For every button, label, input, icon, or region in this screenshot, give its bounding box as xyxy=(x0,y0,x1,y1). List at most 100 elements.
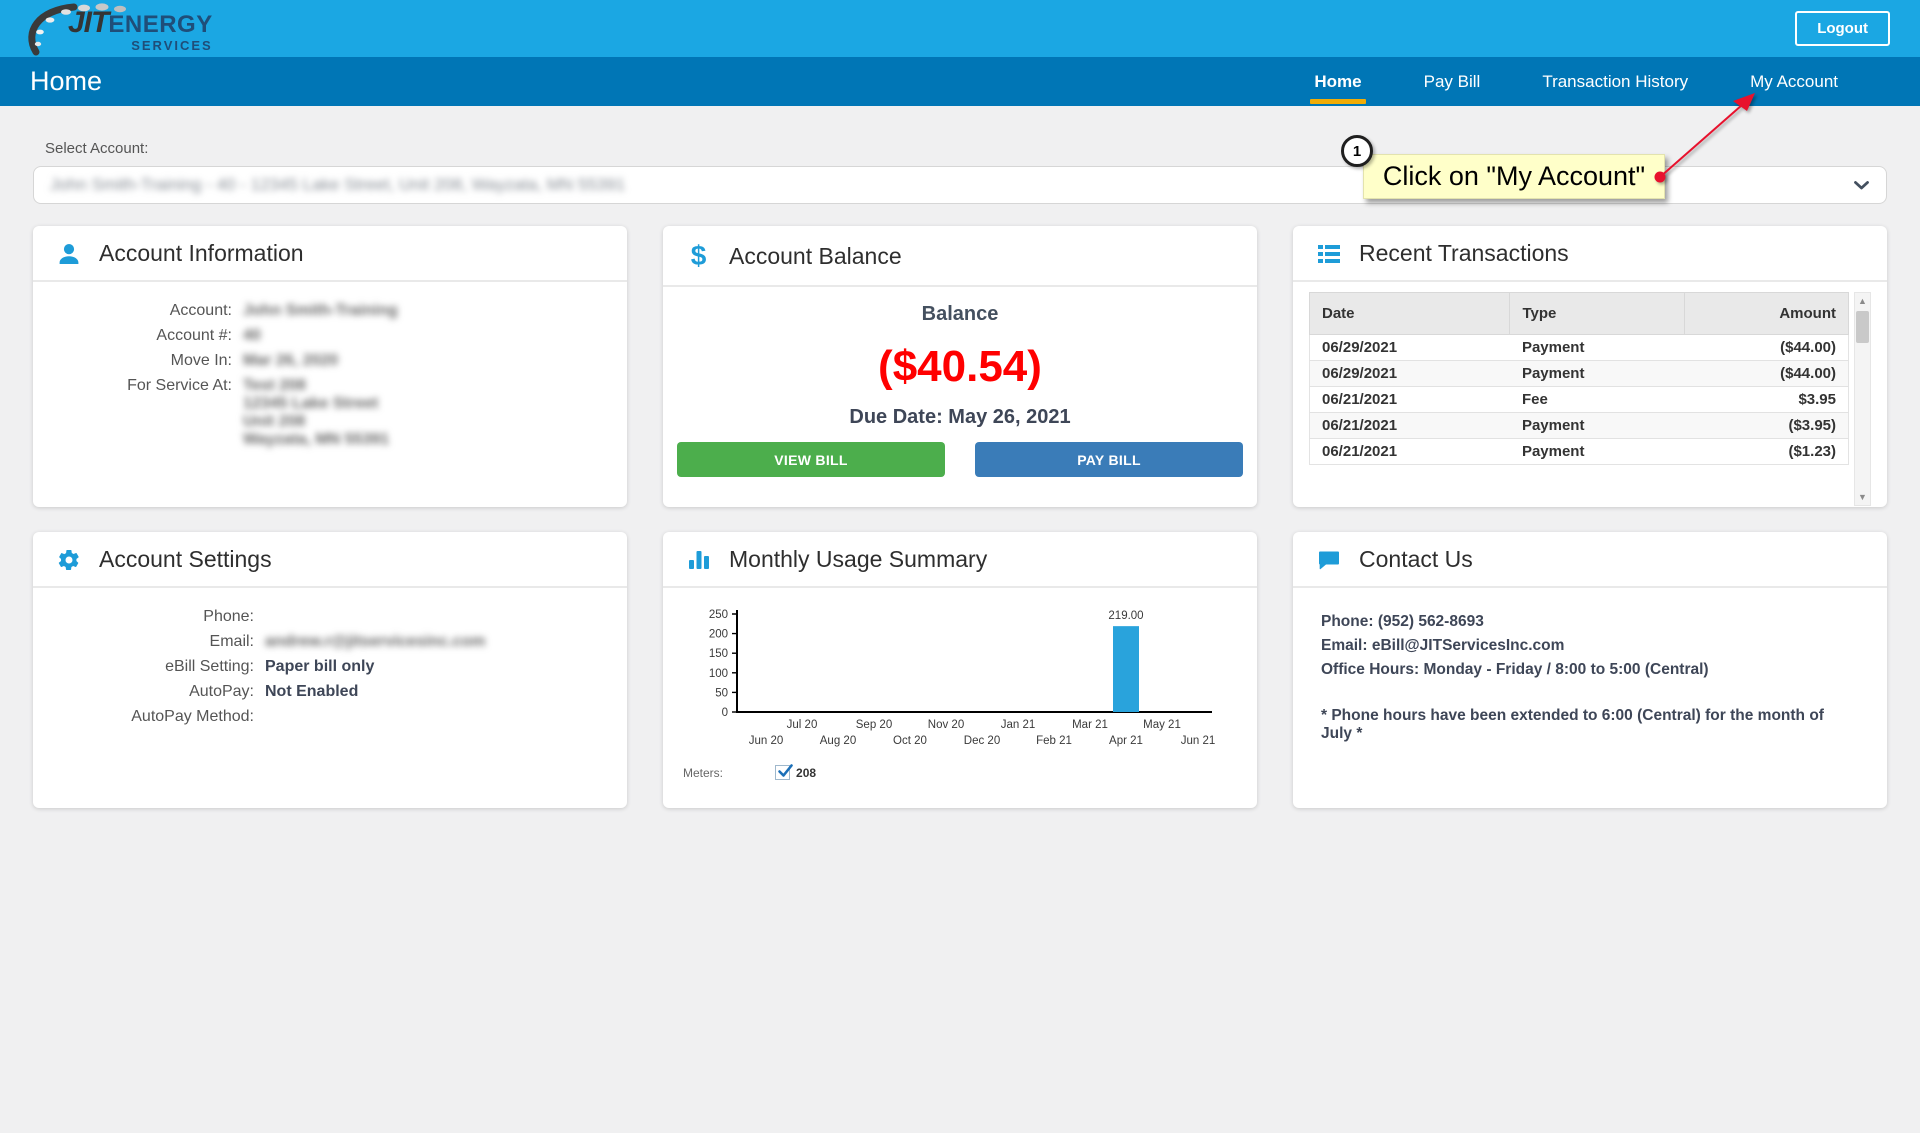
balance-label: Balance xyxy=(663,303,1257,326)
account-settings-card: Account Settings Phone: Email:andrew.r@ji… xyxy=(33,532,627,808)
annotation-callout: Click on "My Account" xyxy=(1363,154,1665,199)
account-settings-fields: Phone: Email:andrew.r@jitservicesinc.come… xyxy=(33,588,627,736)
recent-transactions-card: Recent Transactions Date Type Amount 06/… xyxy=(1293,226,1887,507)
page-title: Home xyxy=(30,66,102,97)
contact-line: Phone: (952) 562-8693 xyxy=(1321,610,1859,634)
tx-date: 06/21/2021 xyxy=(1310,439,1510,465)
card-title: Account Information xyxy=(99,240,304,267)
tx-date: 06/21/2021 xyxy=(1310,387,1510,413)
table-row: 06/21/2021Payment($3.95) xyxy=(1310,413,1849,439)
nav-item-home[interactable]: Home xyxy=(1314,57,1361,106)
tx-type: Payment xyxy=(1510,361,1684,387)
svg-text:0: 0 xyxy=(722,707,728,719)
tx-type: Payment xyxy=(1510,335,1684,361)
svg-text:Sep 20: Sep 20 xyxy=(856,719,892,731)
field-label: Email: xyxy=(43,633,265,651)
field-label: eBill Setting: xyxy=(43,658,265,676)
person-icon xyxy=(55,242,82,266)
pay-bill-button[interactable]: PAY BILL xyxy=(975,442,1243,477)
svg-text:50: 50 xyxy=(715,687,728,699)
field-label: Move In: xyxy=(43,352,243,370)
tx-date: 06/21/2021 xyxy=(1310,413,1510,439)
scrollbar-thumb[interactable] xyxy=(1856,311,1869,343)
check-icon xyxy=(777,763,794,780)
field-label: Account: xyxy=(43,302,243,320)
nav-bar: Home Home Pay Bill Transaction History My A… xyxy=(0,57,1920,106)
tx-date: 06/29/2021 xyxy=(1310,335,1510,361)
field-label: Phone: xyxy=(43,608,265,626)
table-row: 06/21/2021Fee$3.95 xyxy=(1310,387,1849,413)
svg-text:Jun 21: Jun 21 xyxy=(1181,735,1216,747)
svg-text:Mar 21: Mar 21 xyxy=(1072,719,1108,731)
meters-label: Meters: xyxy=(683,766,723,780)
svg-text:Dec 20: Dec 20 xyxy=(964,735,1000,747)
contact-line: Office Hours: Monday - Friday / 8:00 to … xyxy=(1321,658,1859,682)
due-date: Due Date: May 26, 2021 xyxy=(663,406,1257,429)
column-header-type: Type xyxy=(1510,293,1684,335)
svg-text:Oct 20: Oct 20 xyxy=(893,735,927,747)
contact-info: Phone: (952) 562-8693Email: eBill@JITSer… xyxy=(1293,588,1887,765)
balance-amount: ($40.54) xyxy=(663,342,1257,392)
nav-item-pay-bill[interactable]: Pay Bill xyxy=(1424,57,1481,106)
gear-icon xyxy=(55,548,82,572)
view-bill-button[interactable]: VIEW BILL xyxy=(677,442,945,477)
card-title: Account Balance xyxy=(729,243,902,270)
logout-button[interactable]: Logout xyxy=(1795,11,1890,46)
card-title: Recent Transactions xyxy=(1359,240,1569,267)
field-value: Not Enabled xyxy=(265,683,617,701)
transactions-scrollbar[interactable]: ▲ ▼ xyxy=(1854,292,1871,506)
transactions-table: Date Type Amount 06/29/2021Payment($44.0… xyxy=(1309,292,1849,465)
field-label: AutoPay Method: xyxy=(43,708,265,726)
dollar-icon: $ xyxy=(685,240,712,272)
field-value: Mar 26, 2020 xyxy=(243,352,617,370)
field-value: John Smith-Training xyxy=(243,302,617,320)
tx-amount: $3.95 xyxy=(1684,387,1848,413)
field-label: For Service At: xyxy=(43,377,243,449)
usage-bar xyxy=(1113,626,1139,712)
svg-text:Jul 20: Jul 20 xyxy=(787,719,818,731)
tx-date: 06/29/2021 xyxy=(1310,361,1510,387)
account-information-card: Account Information Account:John Smith-T… xyxy=(33,226,627,507)
account-balance-card: $ Account Balance Balance ($40.54) Due D… xyxy=(663,226,1257,507)
card-title: Contact Us xyxy=(1359,546,1473,573)
svg-text:Aug 20: Aug 20 xyxy=(820,735,856,747)
tx-amount: ($44.00) xyxy=(1684,335,1848,361)
table-row: 06/21/2021Payment($1.23) xyxy=(1310,439,1849,465)
contact-note: * Phone hours have been extended to 6:00… xyxy=(1321,707,1859,743)
account-information-fields: Account:John Smith-TrainingAccount #:40M… xyxy=(33,282,627,459)
svg-text:Nov 20: Nov 20 xyxy=(928,719,964,731)
jit-energy-logo: JITENERGY SERVICES xyxy=(30,0,213,57)
svg-text:Apr 21: Apr 21 xyxy=(1109,735,1143,747)
field-value: andrew.r@jitservicesinc.com xyxy=(265,633,617,651)
table-row: 06/29/2021Payment($44.00) xyxy=(1310,335,1849,361)
nav-item-transaction-history[interactable]: Transaction History xyxy=(1542,57,1688,106)
nav-item-my-account[interactable]: My Account xyxy=(1750,57,1838,106)
svg-text:219.00: 219.00 xyxy=(1108,610,1143,622)
tx-type: Payment xyxy=(1510,439,1684,465)
svg-text:200: 200 xyxy=(709,629,728,641)
logo-swoosh-icon xyxy=(22,2,222,58)
tx-amount: ($3.95) xyxy=(1684,413,1848,439)
chevron-down-icon xyxy=(1853,180,1870,191)
chat-bubble-icon xyxy=(1315,548,1342,572)
app-header: JITENERGY SERVICES Logout xyxy=(0,0,1920,57)
svg-text:Jan 21: Jan 21 xyxy=(1001,719,1036,731)
svg-text:150: 150 xyxy=(709,648,728,660)
dashboard-cards: Account Information Account:John Smith-T… xyxy=(33,226,1887,808)
usage-bar-chart: 050100150200250Jun 20Jul 20Aug 20Sep 20O… xyxy=(677,600,1227,758)
field-value xyxy=(265,708,617,726)
scroll-down-icon[interactable]: ▼ xyxy=(1855,489,1870,505)
field-label: AutoPay: xyxy=(43,683,265,701)
field-value xyxy=(265,608,617,626)
svg-text:250: 250 xyxy=(709,609,728,621)
scroll-up-icon[interactable]: ▲ xyxy=(1855,293,1870,309)
svg-text:May 21: May 21 xyxy=(1143,719,1181,731)
bar-chart-icon xyxy=(685,548,712,572)
tx-type: Fee xyxy=(1510,387,1684,413)
field-value: Test 208 12345 Lake Street Unit 208 Wayz… xyxy=(243,377,617,449)
tx-amount: ($1.23) xyxy=(1684,439,1848,465)
tx-type: Payment xyxy=(1510,413,1684,439)
meter-208-checkbox[interactable] xyxy=(775,765,790,780)
monthly-usage-card: Monthly Usage Summary 050100150200250Jun… xyxy=(663,532,1257,808)
card-title: Account Settings xyxy=(99,546,272,573)
